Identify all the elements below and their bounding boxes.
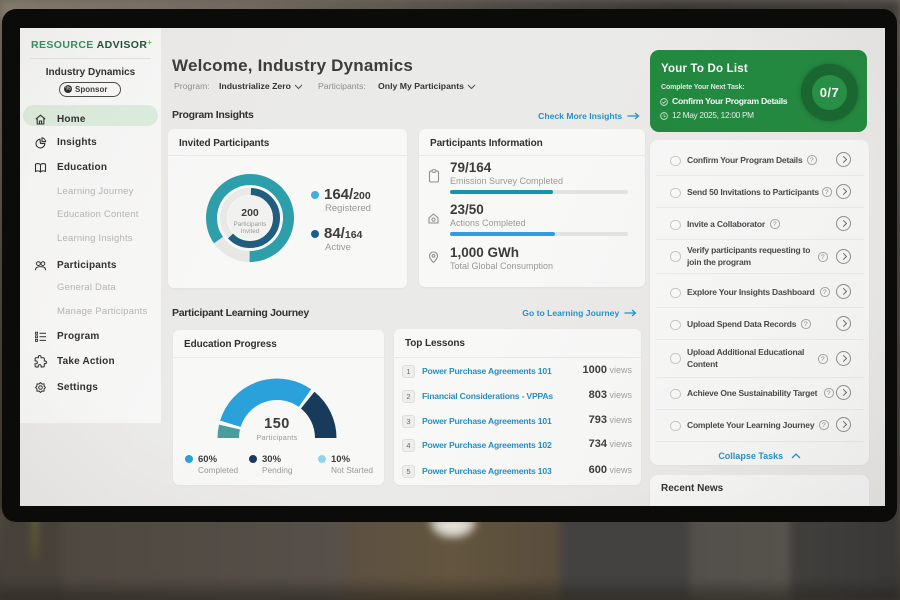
svg-text:Invited: Invited bbox=[241, 228, 260, 235]
svg-text:200: 200 bbox=[241, 207, 259, 219]
svg-text:Participants: Participants bbox=[256, 433, 297, 442]
svg-text:Participants: Participants bbox=[234, 221, 267, 228]
svg-text:150: 150 bbox=[264, 416, 290, 432]
